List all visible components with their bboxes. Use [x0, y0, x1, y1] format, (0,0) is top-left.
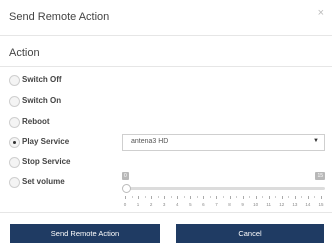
action-label: Play Service	[22, 137, 70, 146]
slider-minor-tick	[144, 196, 146, 198]
slider-tick-label: 13	[292, 202, 298, 207]
volume-slider-handle[interactable]	[122, 184, 131, 193]
slider-minor-tick	[288, 196, 290, 198]
volume-slider[interactable]: 0 15 0 1 2 3 4 5 6 7 8 9 10 11 12 13 14 15	[122, 172, 325, 212]
volume-max-label: 15	[315, 172, 325, 180]
radio-play-service[interactable]	[9, 137, 20, 148]
slider-tick-label: 9	[241, 202, 244, 207]
slider-minor-tick	[157, 196, 159, 198]
slider-minor-tick	[262, 196, 264, 198]
footer-divider	[0, 212, 332, 213]
send-remote-action-dialog: Send Remote Action × Action Switch Off S…	[0, 0, 332, 246]
chevron-down-icon: ▼	[313, 138, 319, 144]
slider-tick	[281, 196, 283, 199]
slider-tick-label: 14	[305, 202, 311, 207]
action-label: Switch On	[22, 96, 62, 105]
slider-tick	[125, 196, 126, 199]
slider-minor-tick	[196, 196, 198, 198]
slider-minor-tick	[236, 196, 238, 198]
slider-tick	[164, 196, 166, 199]
slider-tick	[294, 196, 296, 199]
slider-tick-label: 8	[228, 202, 231, 207]
radio-set-volume[interactable]	[9, 177, 20, 188]
slider-tick	[138, 196, 140, 199]
cancel-button[interactable]: Cancel	[176, 224, 324, 243]
slider-tick-label: 3	[162, 202, 166, 207]
dialog-header: Send Remote Action ×	[0, 0, 332, 36]
slider-tick-label: 0	[123, 202, 127, 207]
slider-tick	[255, 196, 257, 199]
slider-tick-label: 15	[318, 202, 324, 207]
volume-slider-track[interactable]	[124, 187, 325, 190]
slider-minor-tick	[183, 196, 185, 198]
slider-tick	[229, 196, 231, 199]
radio-stop-service[interactable]	[9, 157, 20, 168]
slider-minor-tick	[170, 196, 172, 198]
slider-tick	[268, 196, 270, 199]
slider-minor-tick	[249, 196, 251, 198]
slider-tick	[216, 196, 218, 199]
action-label: Stop Service	[22, 157, 71, 166]
slider-tick-label: 2	[149, 202, 153, 207]
service-select-value: antena3 HD	[131, 138, 169, 145]
slider-tick	[190, 196, 192, 199]
slider-minor-tick	[314, 196, 316, 198]
service-select[interactable]: antena3 HD ▼	[122, 134, 325, 151]
slider-minor-tick	[223, 196, 224, 198]
slider-minor-tick	[275, 196, 277, 198]
send-remote-action-button[interactable]: Send Remote Action	[10, 224, 160, 243]
radio-reboot[interactable]	[9, 117, 20, 128]
slider-tick-label: 12	[279, 202, 285, 207]
slider-tick-label: 7	[215, 202, 218, 207]
slider-tick-label: 10	[253, 202, 259, 207]
radio-switch-on[interactable]	[9, 96, 20, 107]
slider-tick	[307, 196, 309, 199]
slider-tick	[177, 196, 179, 199]
volume-min-label: 0	[122, 172, 129, 180]
slider-minor-tick	[131, 196, 133, 198]
radio-switch-off[interactable]	[9, 75, 20, 86]
slider-tick	[203, 196, 205, 199]
close-icon[interactable]: ×	[318, 8, 324, 19]
action-label: Reboot	[22, 117, 50, 126]
slider-tick	[321, 196, 322, 199]
volume-slider-scale: 0 1 2 3 4 5 6 7 8 9 10 11 12 13 14 15	[123, 196, 324, 212]
slider-tick	[242, 196, 244, 199]
action-label: Switch Off	[22, 75, 62, 84]
slider-minor-tick	[209, 196, 211, 198]
slider-tick-label: 6	[202, 202, 205, 207]
slider-tick-label: 1	[136, 202, 140, 207]
slider-minor-tick	[301, 196, 303, 198]
dialog-title: Send Remote Action	[9, 11, 110, 23]
section-divider	[0, 66, 332, 67]
slider-tick	[151, 196, 153, 199]
slider-tick-label: 11	[266, 202, 272, 207]
slider-tick-label: 5	[189, 202, 192, 207]
section-title: Action	[9, 47, 40, 59]
slider-tick-label: 4	[176, 202, 179, 207]
action-label: Set volume	[22, 177, 65, 186]
